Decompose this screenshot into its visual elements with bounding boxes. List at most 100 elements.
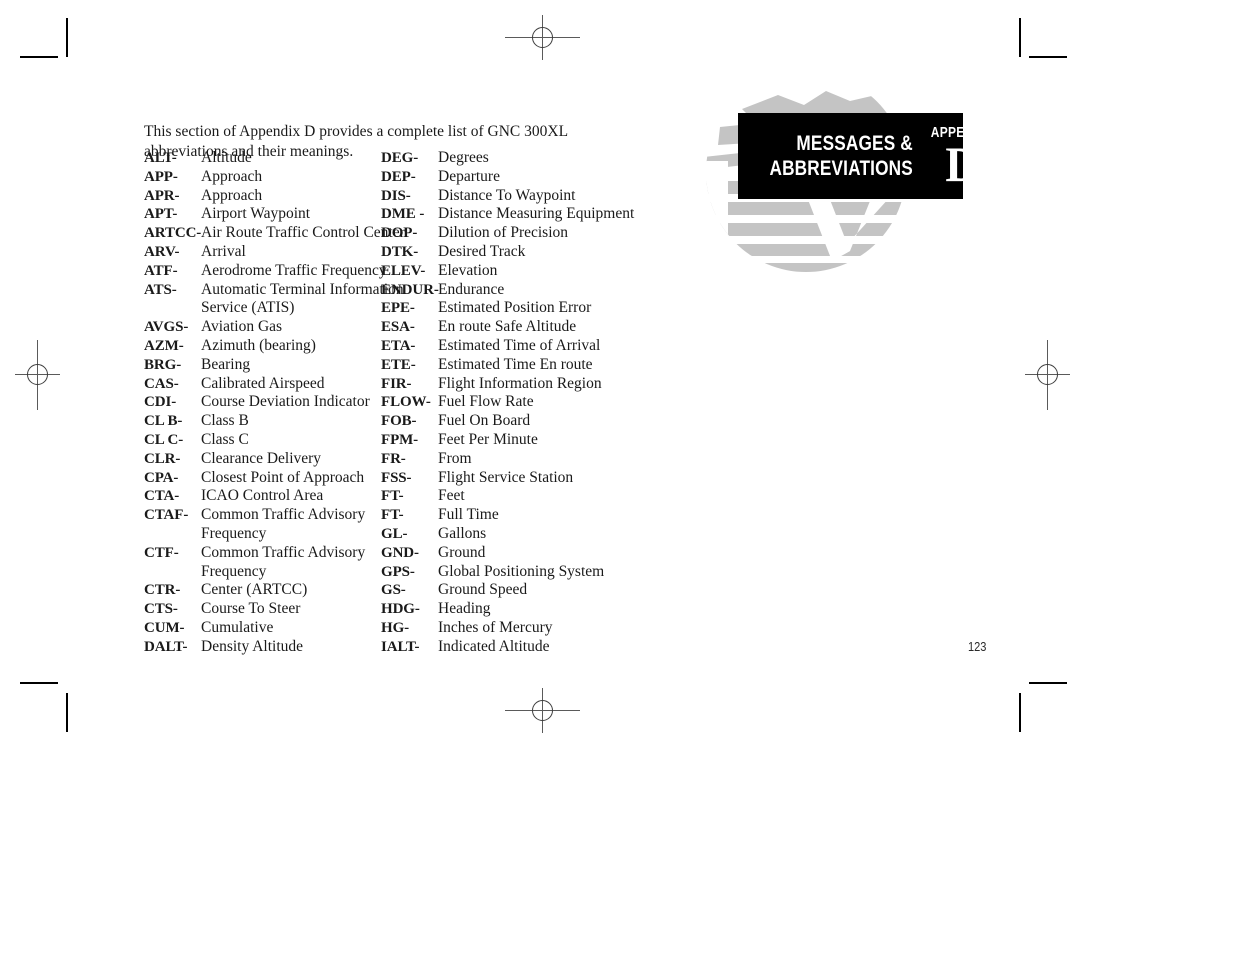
abbreviation-term: CLR- [144,450,181,467]
abbreviation-term: ESA- [381,319,415,336]
abbreviation-term: EPE- [381,300,415,317]
crop-line-horizontal [20,682,58,684]
abbreviation-term: FT- [381,488,404,505]
badge-title-line-1: MESSAGES & [796,132,913,155]
abbreviation-row: ELEV- Elevation [381,262,634,281]
abbreviation-row: ETA- Estimated Time of Arrival [381,337,634,356]
abbreviation-term: GPS- [381,563,415,580]
abbreviation-row: DOP- Dilution of Precision [381,224,634,243]
abbreviation-term: FPM- [381,431,419,448]
abbreviation-row: GND- Ground [381,544,634,563]
abbreviation-row: CL B- Class B [144,412,405,431]
abbreviation-definition: Airport Waypoint [201,205,311,223]
abbreviation-term: CTA- [144,488,180,505]
abbreviation-definition: Endurance [438,280,505,298]
registration-mark-top [505,10,580,65]
abbreviation-definition: En route Safe Altitude [438,318,577,336]
abbreviation-row: Frequency [144,563,405,582]
abbreviation-term: ELEV- [381,262,426,279]
abbreviation-term: ENDUR- [381,281,439,298]
abbreviation-row: DALT- Density Altitude [144,638,405,657]
abbreviation-row: APT- Airport Waypoint [144,205,405,224]
abbreviation-definition: Distance Measuring Equipment [438,205,635,223]
abbreviation-definition: Cumulative [201,618,274,636]
badge-appendix-block: APPENDIX D [923,125,1005,192]
abbreviation-list-right: DEG- Degrees DEP- Departure DIS- Distance To … [381,149,634,657]
abbreviation-definition: Frequency [201,562,267,580]
abbreviation-row: FT- Feet [381,487,634,506]
abbreviation-row: ENDUR- Endurance [381,281,634,300]
abbreviation-definition: Closest Point of Approach [201,468,365,486]
abbreviation-definition: Automatic Terminal Information [201,280,404,298]
abbreviation-term: DME - [381,206,425,223]
abbreviation-row: CDI- Course Deviation Indicator [144,393,405,412]
abbreviation-definition: Departure [438,167,500,185]
abbreviation-definition: ICAO Control Area [201,487,324,505]
abbreviation-row: CL C- Class C [144,431,405,450]
page-number: 123 [968,639,987,654]
abbreviation-term: DEG- [381,150,419,166]
abbreviation-definition: Dilution of Precision [438,224,569,242]
abbreviation-term: CPA- [144,469,179,486]
abbreviation-definition: Frequency [201,524,267,542]
abbreviation-row: Service (ATIS) [144,299,405,318]
abbreviation-term: ARTCC- [144,225,202,242]
abbreviation-definition: Fuel On Board [438,412,531,430]
registration-mark-left [10,340,65,410]
abbreviation-term: CTAF- [144,507,189,524]
abbreviation-definition: Degrees [438,149,489,166]
abbreviation-row: HG- Inches of Mercury [381,619,634,638]
abbreviation-row: GPS- Global Positioning System [381,563,634,582]
abbreviation-term: CL C- [144,431,184,448]
crop-line-horizontal [20,56,58,58]
abbreviation-term: ARV- [144,243,180,260]
abbreviation-row: GL- Gallons [381,525,634,544]
abbreviation-row: APP- Approach [144,168,405,187]
abbreviation-term: GL- [381,525,408,542]
abbreviation-row: HDG- Heading [381,600,634,619]
abbreviation-row: ATF- Aerodrome Traffic Frequency [144,262,405,281]
abbreviation-definition: Bearing [201,355,251,373]
abbreviation-definition: Center (ARTCC) [201,581,308,599]
crop-line-vertical [1019,693,1021,732]
abbreviation-term: AZM- [144,337,184,354]
abbreviation-row: Frequency [144,525,405,544]
abbreviation-definition: Common Traffic Advisory [201,543,366,561]
abbreviation-definition: Estimated Position Error [438,299,592,317]
abbreviation-definition: Indicated Altitude [438,637,550,655]
abbreviation-definition: Approach [201,167,263,185]
abbreviation-row: EPE- Estimated Position Error [381,299,634,318]
abbreviation-row: FOB- Fuel On Board [381,412,634,431]
abbreviation-term: FLOW- [381,394,431,411]
abbreviation-row: BRG- Bearing [144,356,405,375]
abbreviation-term: APT- [144,206,178,223]
abbreviation-definition: Flight Service Station [438,468,574,486]
abbreviation-definition: Density Altitude [201,637,304,655]
abbreviation-term: CDI- [144,394,177,411]
abbreviation-term: BRG- [144,356,182,373]
abbreviation-definition: Distance To Waypoint [438,186,576,204]
abbreviation-row: AVGS- Aviation Gas [144,318,405,337]
abbreviation-row: CLR- Clearance Delivery [144,450,405,469]
abbreviation-definition: Course Deviation Indicator [201,393,370,411]
abbreviation-row: FLOW- Fuel Flow Rate [381,393,634,412]
abbreviation-row: DEG- Degrees [381,149,634,168]
abbreviation-row: FR- From [381,450,634,469]
crop-line-vertical [66,693,68,732]
crop-line-vertical [1019,18,1021,57]
abbreviation-definition: Service (ATIS) [201,299,295,317]
abbreviation-definition: Common Traffic Advisory [201,506,366,524]
abbreviation-row: FPM- Feet Per Minute [381,431,634,450]
abbreviation-term: ALT- [144,150,177,166]
badge-title-block: MESSAGES & ABBREVIATIONS [738,131,923,181]
abbreviation-definition: Feet [438,487,465,505]
abbreviation-definition: Estimated Time En route [438,355,593,373]
abbreviation-row: CTF- Common Traffic Advisory [144,544,405,563]
abbreviation-row: DIS- Distance To Waypoint [381,187,634,206]
appendix-letter: D [945,136,979,192]
abbreviation-term: GS- [381,582,406,599]
abbreviation-term: FIR- [381,375,412,392]
abbreviation-row: CTAF- Common Traffic Advisory [144,506,405,525]
abbreviation-term: AVGS- [144,319,189,336]
abbreviation-row: ARTCC- Air Route Traffic Control Center [144,224,405,243]
